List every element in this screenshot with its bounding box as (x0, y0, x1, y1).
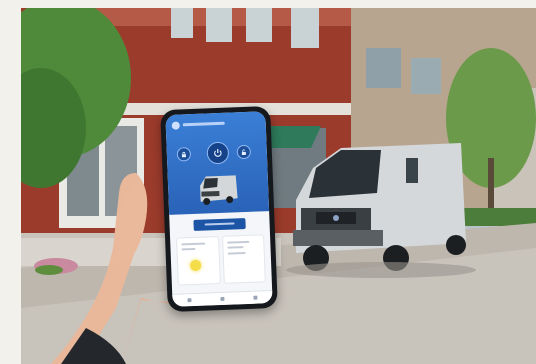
card-detail-line (227, 252, 246, 255)
tab-bar (172, 290, 273, 307)
tab-settings-icon[interactable] (253, 295, 258, 300)
app-body (169, 211, 272, 290)
street-scene (21, 8, 536, 364)
card-subtitle-line (226, 246, 244, 249)
weather-card[interactable] (176, 236, 221, 286)
tab-home-icon[interactable] (187, 298, 192, 303)
sun-icon (189, 259, 202, 272)
van-thumbnail (200, 175, 238, 205)
status-card[interactable] (221, 234, 266, 284)
smartphone (160, 105, 278, 313)
blurred-button-label (204, 222, 235, 226)
unlock-glyph (241, 149, 246, 156)
lock-glyph (181, 151, 186, 158)
primary-action-button[interactable] (193, 217, 246, 231)
card-subtitle-line (181, 247, 196, 251)
app-title-blur (182, 120, 243, 130)
profile-icon[interactable] (171, 121, 180, 130)
photo-frame (21, 8, 536, 364)
start-icon[interactable] (206, 141, 230, 165)
blurred-title-bar (182, 121, 225, 127)
app-screen (165, 111, 273, 307)
unlock-icon[interactable] (236, 144, 252, 160)
app-header (165, 111, 270, 215)
card-title-line (226, 240, 249, 244)
power-glyph (214, 148, 222, 157)
lock-icon[interactable] (176, 147, 192, 162)
tab-vehicle-icon[interactable] (220, 296, 225, 302)
status-cards (176, 234, 266, 286)
card-title-line (181, 242, 206, 246)
